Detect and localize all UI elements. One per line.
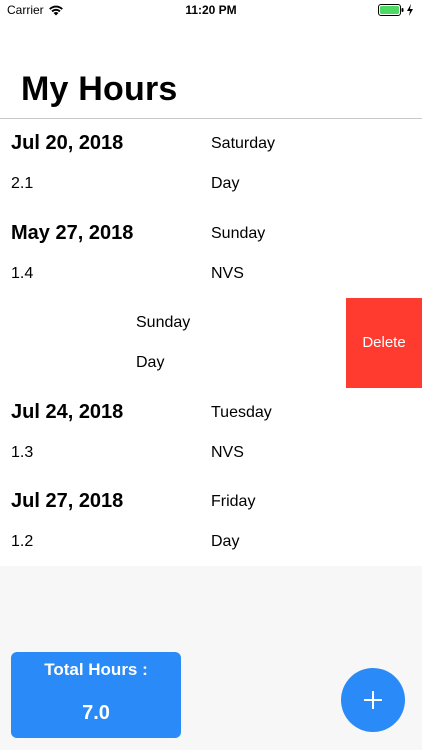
hours-entry-row[interactable]: Jul 20, 2018 Saturday 2.1 Day bbox=[0, 119, 422, 209]
row-content: Jul 27, 2018 Friday 1.2 Day bbox=[0, 477, 422, 567]
total-hours-label: Total Hours : bbox=[44, 660, 148, 679]
charging-bolt-icon bbox=[407, 4, 413, 16]
footer-area: Total Hours : 7.0 bbox=[0, 566, 422, 750]
entry-date: Jul 20, 2018 bbox=[11, 132, 124, 154]
entry-hours: 2.1 bbox=[11, 175, 34, 192]
status-bar: Carrier 11:20 PM bbox=[0, 0, 422, 22]
row-content: 2018 Sunday Day bbox=[0, 298, 347, 388]
plus-icon bbox=[364, 691, 382, 709]
entry-weekday: Friday bbox=[211, 493, 256, 510]
battery-full-icon bbox=[378, 4, 404, 16]
hours-entry-row[interactable]: Jul 27, 2018 Friday 1.2 Day bbox=[0, 477, 422, 567]
page-title: My Hours bbox=[21, 70, 178, 108]
row-content: Jul 20, 2018 Saturday 2.1 Day bbox=[0, 119, 422, 209]
entry-hours: 1.3 bbox=[11, 443, 34, 461]
add-entry-button[interactable] bbox=[341, 668, 405, 732]
entry-hours: 1.2 bbox=[11, 533, 34, 550]
entry-weekday: Sunday bbox=[136, 314, 191, 331]
entry-date: Jul 27, 2018 bbox=[11, 490, 124, 512]
entry-weekday: Sunday bbox=[211, 224, 266, 242]
hours-entry-row[interactable]: May 27, 2018 Sunday 1.4 NVS bbox=[0, 209, 422, 299]
hours-entry-row-swiped[interactable]: 2018 Sunday Day Delete bbox=[0, 298, 422, 388]
entry-type: Day bbox=[211, 533, 240, 550]
entry-hours: 1.4 bbox=[11, 264, 34, 282]
entry-type: NVS bbox=[211, 443, 244, 461]
total-hours-value: 7.0 bbox=[82, 702, 110, 724]
status-time: 11:20 PM bbox=[185, 3, 237, 17]
battery-indicator bbox=[378, 4, 414, 16]
entry-type: NVS bbox=[211, 264, 244, 282]
entry-weekday: Saturday bbox=[211, 135, 276, 152]
hours-entry-row[interactable]: Jul 24, 2018 Tuesday 1.3 NVS bbox=[0, 388, 422, 478]
row-content: Jul 24, 2018 Tuesday 1.3 NVS bbox=[0, 388, 422, 478]
entry-date: May 27, 2018 bbox=[11, 221, 134, 244]
delete-button[interactable]: Delete bbox=[346, 298, 422, 388]
row-content: May 27, 2018 Sunday 1.4 NVS bbox=[0, 209, 422, 299]
entry-type: Day bbox=[211, 175, 240, 192]
entry-type: Day bbox=[136, 354, 165, 371]
total-hours-card: Total Hours : 7.0 bbox=[11, 652, 181, 738]
entry-date: Jul 24, 2018 bbox=[11, 400, 124, 423]
entry-weekday: Tuesday bbox=[211, 403, 272, 421]
hours-list: Jul 20, 2018 Saturday 2.1 Day May 27, 20… bbox=[0, 119, 422, 567]
